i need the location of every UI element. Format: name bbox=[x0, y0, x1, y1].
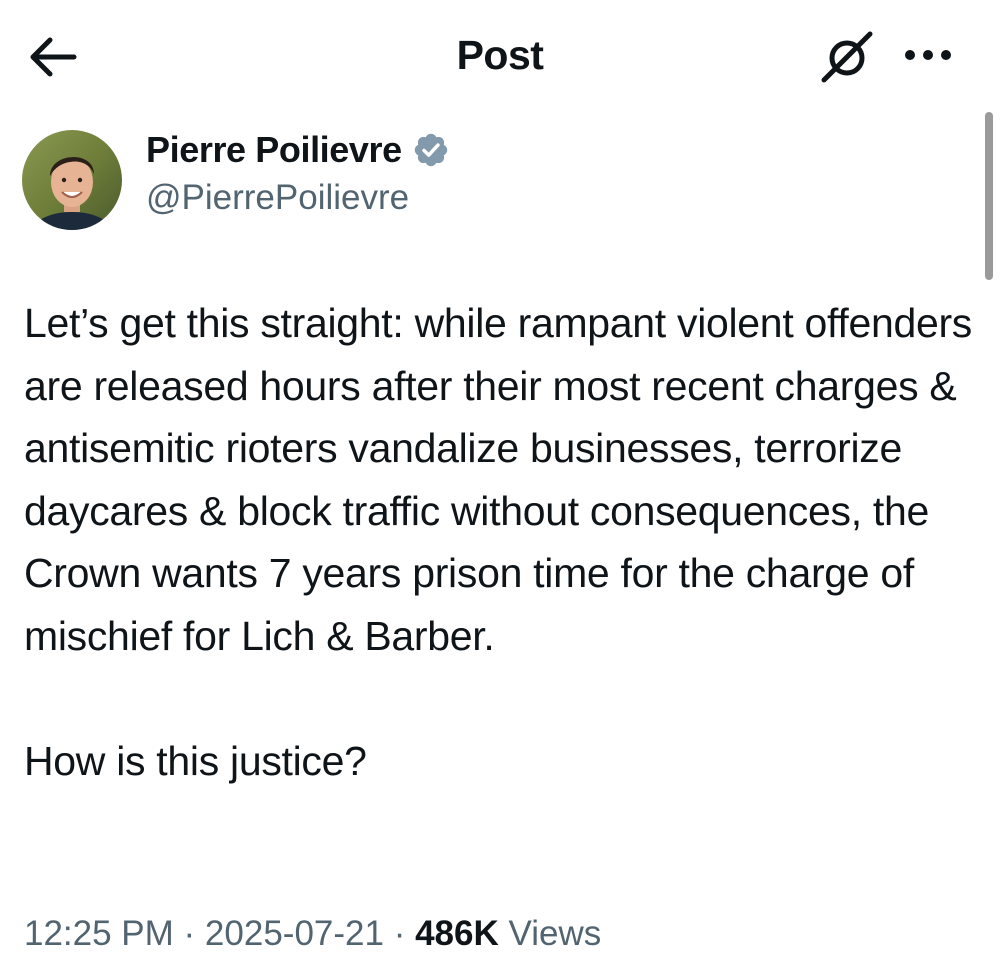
verified-badge-icon bbox=[412, 131, 450, 169]
post-paragraph: How is this justice? bbox=[24, 737, 367, 784]
author-name-row[interactable]: Pierre Poilievre bbox=[146, 128, 450, 172]
more-dots-icon bbox=[905, 50, 951, 60]
post-text: Let’s get this straight: while rampant v… bbox=[24, 292, 984, 792]
meta-separator: · bbox=[173, 914, 205, 953]
grok-icon bbox=[821, 31, 873, 83]
more-options-button[interactable] bbox=[900, 40, 956, 70]
author-display-name: Pierre Poilievre bbox=[146, 129, 402, 170]
author-handle[interactable]: @PierrePoilievre bbox=[146, 178, 409, 218]
scrollbar[interactable] bbox=[985, 112, 993, 280]
avatar[interactable] bbox=[22, 130, 122, 230]
grok-button[interactable] bbox=[817, 28, 877, 86]
post-date[interactable]: 2025-07-21 bbox=[205, 914, 384, 953]
meta-separator: · bbox=[383, 914, 416, 953]
profile-photo bbox=[22, 130, 122, 230]
top-app-bar: Post bbox=[0, 0, 1000, 118]
views-count[interactable]: 486K bbox=[415, 914, 499, 953]
post-paragraph: Let’s get this straight: while rampant v… bbox=[24, 300, 973, 659]
views-label: Views bbox=[508, 914, 602, 953]
post-time[interactable]: 12:25 PM bbox=[24, 914, 174, 953]
post-metadata: 12:25 PM · 2025-07-21 · 486K Views bbox=[24, 914, 601, 954]
